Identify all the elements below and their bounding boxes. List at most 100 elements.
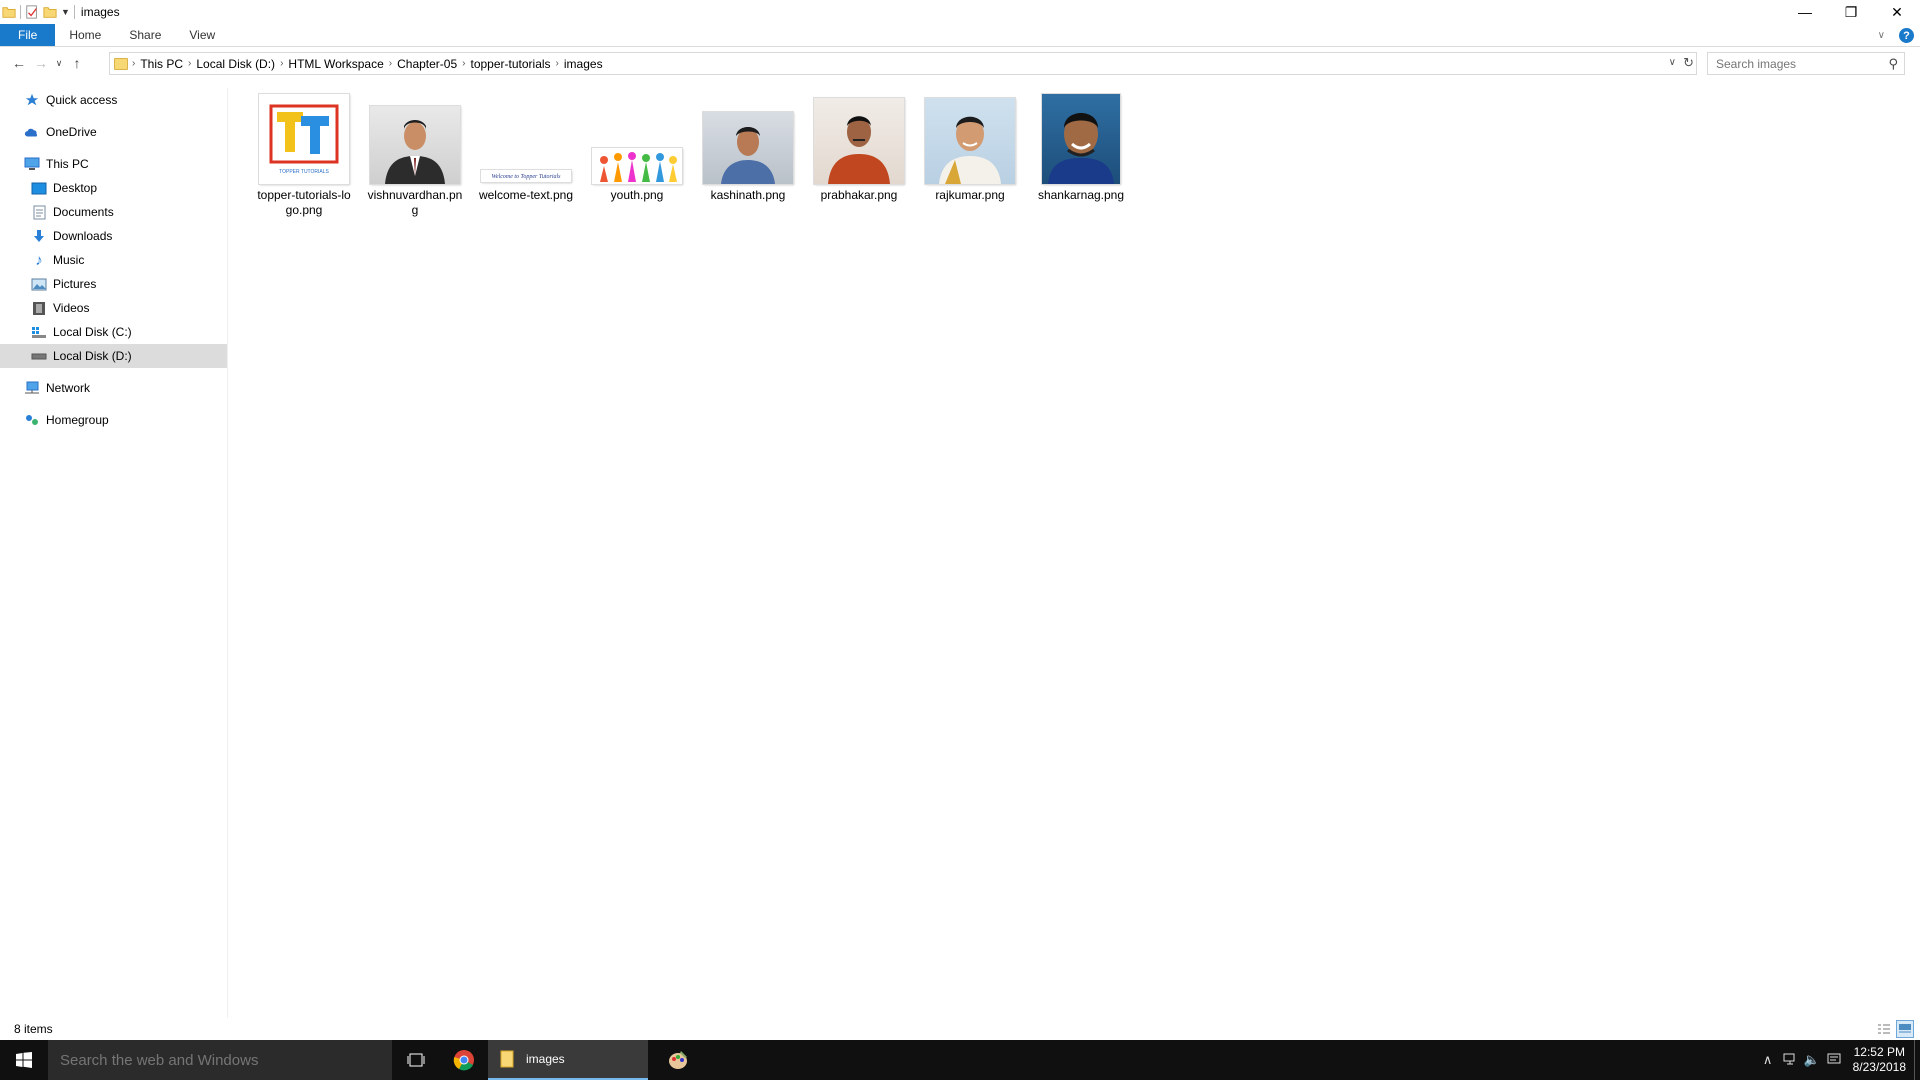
ribbon-tabs: File Home Share View ∨ ?	[0, 24, 1920, 47]
show-desktop-button[interactable]	[1914, 1040, 1920, 1080]
folder-icon	[500, 1050, 514, 1068]
sidebar-item-label: Desktop	[53, 181, 98, 195]
toolbar-divider	[20, 5, 21, 19]
sidebar-item-label: Local Disk (C:)	[53, 325, 132, 339]
window-title: images	[80, 5, 120, 19]
restore-button[interactable]: ❐	[1828, 0, 1874, 24]
sidebar-item-videos[interactable]: Videos	[0, 296, 227, 320]
homegroup-icon	[24, 412, 40, 428]
forward-arrow-icon[interactable]: →	[30, 52, 52, 74]
view-toggle	[1875, 1020, 1914, 1038]
portrait-thumbnail	[368, 90, 462, 184]
sidebar-item-label: Documents	[53, 205, 114, 219]
file-view: TOPPER TUTORIALS topper-tutorials-logo.p…	[230, 88, 1920, 1018]
breadcrumb-html-workspace[interactable]: HTML Workspace	[288, 57, 383, 71]
breadcrumb-topper-tutorials[interactable]: topper-tutorials	[471, 57, 551, 71]
toolbar-divider	[73, 5, 75, 19]
chrome-icon[interactable]	[440, 1040, 488, 1080]
file-tile[interactable]: shankarnag.png	[1027, 90, 1135, 203]
refresh-icon[interactable]: ↻	[1683, 55, 1694, 71]
volume-icon[interactable]: 🔈	[1801, 1052, 1823, 1068]
details-view-icon[interactable]	[1875, 1020, 1893, 1038]
file-tile[interactable]: Welcome to Topper Tutorials welcome-text…	[472, 90, 580, 203]
sidebar-item-onedrive[interactable]: OneDrive	[0, 120, 227, 144]
portrait-thumbnail	[812, 90, 906, 184]
customize-toolbar-dropdown-icon[interactable]: ▼	[61, 7, 70, 17]
up-arrow-icon[interactable]: ↑	[66, 52, 88, 74]
ribbon-right-controls: ∨ ?	[1878, 24, 1914, 47]
sidebar-item-network[interactable]: Network	[0, 376, 227, 400]
breadcrumb-separator-icon[interactable]: ›	[280, 58, 283, 69]
close-button[interactable]: ✕	[1874, 0, 1920, 24]
breadcrumb-chapter-05[interactable]: Chapter-05	[397, 57, 457, 71]
file-name: kashinath.png	[710, 188, 786, 202]
desktop-icon	[31, 180, 47, 196]
pictures-icon	[31, 276, 47, 292]
file-name: prabhakar.png	[820, 188, 898, 202]
sidebar-item-desktop[interactable]: Desktop	[0, 176, 227, 200]
file-tile[interactable]: TOPPER TUTORIALS topper-tutorials-logo.p…	[250, 90, 358, 218]
expand-ribbon-chevron-icon[interactable]: ∨	[1878, 30, 1885, 41]
search-input[interactable]	[1716, 56, 1876, 71]
sidebar-item-local-disk-d[interactable]: Local Disk (D:)	[0, 344, 227, 368]
sidebar-item-local-disk-c[interactable]: Local Disk (C:)	[0, 320, 227, 344]
minimize-button[interactable]: —	[1782, 0, 1828, 24]
search-box[interactable]: ⚲	[1707, 52, 1905, 75]
tab-view[interactable]: View	[175, 24, 229, 46]
large-icons-view-icon[interactable]	[1896, 1020, 1914, 1038]
breadcrumb-separator-icon[interactable]: ›	[389, 58, 392, 69]
recent-locations-chevron-icon[interactable]: ∨	[52, 52, 66, 74]
clock[interactable]: 12:52 PM 8/23/2018	[1845, 1045, 1914, 1075]
folder-icon	[2, 7, 16, 18]
breadcrumb-separator-icon[interactable]: ›	[188, 58, 191, 69]
network-status-icon[interactable]	[1779, 1053, 1801, 1068]
music-note-icon: ♪	[35, 251, 43, 269]
action-center-icon[interactable]	[1823, 1053, 1845, 1068]
file-tile[interactable]: prabhakar.png	[805, 90, 913, 203]
sidebar-item-label: Homegroup	[46, 413, 109, 427]
tab-file[interactable]: File	[0, 24, 56, 46]
file-tile[interactable]: youth.png	[583, 90, 691, 203]
windows-start-icon[interactable]	[0, 1040, 48, 1080]
taskbar-search[interactable]	[48, 1040, 392, 1080]
sidebar-item-this-pc[interactable]: This PC	[0, 152, 227, 176]
sidebar-item-downloads[interactable]: Downloads	[0, 224, 227, 248]
show-hidden-icons-chevron-icon[interactable]: ∧	[1757, 1052, 1779, 1068]
address-bar[interactable]: › This PC › Local Disk (D:) › HTML Works…	[109, 52, 1697, 75]
search-icon[interactable]: ⚲	[1888, 56, 1898, 72]
sidebar-item-music[interactable]: ♪ Music	[0, 248, 227, 272]
breadcrumb-separator-icon[interactable]: ›	[462, 58, 465, 69]
help-icon[interactable]: ?	[1899, 28, 1914, 43]
taskbar-search-input[interactable]	[60, 1051, 380, 1069]
sidebar-item-quick-access[interactable]: Quick access	[0, 88, 227, 112]
task-view-icon[interactable]	[392, 1040, 440, 1080]
tab-home[interactable]: Home	[55, 24, 115, 46]
breadcrumb-separator-icon[interactable]: ›	[132, 58, 135, 69]
sidebar-item-label: Network	[46, 381, 91, 395]
sidebar-item-documents[interactable]: Documents	[0, 200, 227, 224]
paint-app-icon[interactable]	[654, 1040, 702, 1080]
back-arrow-icon[interactable]: ←	[8, 52, 30, 74]
breadcrumb-this-pc[interactable]: This PC	[140, 57, 183, 71]
breadcrumb-local-disk-d[interactable]: Local Disk (D:)	[196, 57, 275, 71]
taskbar: images ∧ 🔈 12:52 PM 8/23/2018	[0, 1040, 1920, 1080]
sidebar-item-label: This PC	[46, 157, 89, 171]
tab-share[interactable]: Share	[115, 24, 175, 46]
text-banner-thumbnail: Welcome to Topper Tutorials	[479, 90, 573, 184]
breadcrumb-separator-icon[interactable]: ›	[556, 58, 559, 69]
address-history-chevron-icon[interactable]: ∨	[1669, 57, 1676, 68]
taskbar-app-file-explorer[interactable]: images	[488, 1040, 648, 1080]
new-folder-icon[interactable]	[43, 5, 57, 19]
navigation-pane: Quick access OneDrive This PC Desktop Do…	[0, 88, 228, 1018]
sidebar-item-label: Music	[53, 253, 85, 267]
portrait-thumbnail	[1034, 90, 1128, 184]
sidebar-item-homegroup[interactable]: Homegroup	[0, 408, 227, 432]
cloud-icon	[24, 124, 40, 140]
file-tile[interactable]: rajkumar.png	[916, 90, 1024, 203]
file-tile[interactable]: vishnuvardhan.png	[361, 90, 469, 218]
properties-icon[interactable]	[25, 5, 39, 19]
breadcrumb-images[interactable]: images	[564, 57, 603, 71]
file-tile[interactable]: kashinath.png	[694, 90, 802, 203]
sidebar-item-label: Pictures	[53, 277, 97, 291]
sidebar-item-pictures[interactable]: Pictures	[0, 272, 227, 296]
